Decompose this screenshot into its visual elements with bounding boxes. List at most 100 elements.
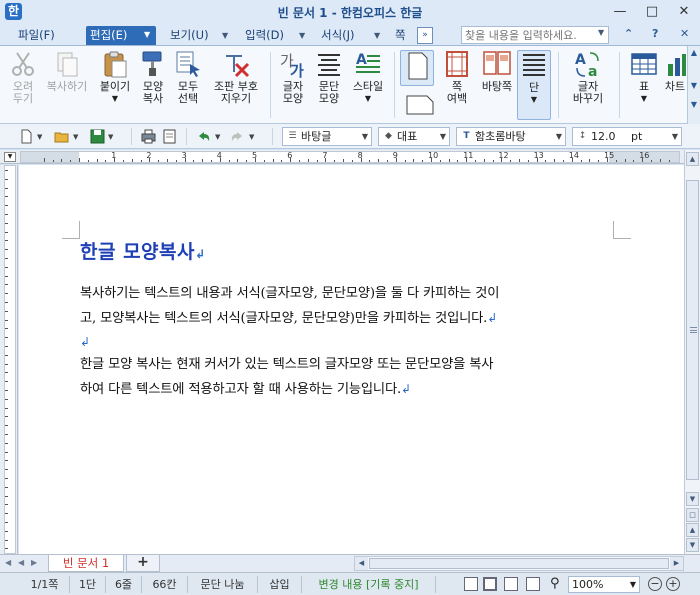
menu-overflow-icon[interactable]: » xyxy=(417,27,433,44)
search-input[interactable] xyxy=(461,26,609,44)
ruler-corner-icon[interactable]: ▼ xyxy=(4,152,16,162)
help-icon[interactable]: ? xyxy=(652,27,658,40)
prev-tab-icon[interactable]: ◀ xyxy=(18,558,24,567)
format-painter-button[interactable]: 모양 복사 xyxy=(137,50,169,105)
language-combo[interactable]: ◆ 대표 ▼ xyxy=(378,127,450,146)
scroll-down-icon[interactable]: ▼ xyxy=(686,492,699,506)
view-fullscreen-icon[interactable] xyxy=(526,577,540,591)
view-multipage-icon[interactable] xyxy=(504,577,518,591)
clear-codes-button[interactable]: 조판 부호 지우기 xyxy=(208,50,264,105)
chevron-down-icon[interactable]: ▼ xyxy=(108,133,113,141)
document-area[interactable]: 한글 모양복사↲ 복사하기는 텍스트의 내용과 서식(글자모양, 문단모양)을 … xyxy=(19,165,684,554)
menu-view[interactable]: 보기(U) xyxy=(166,26,213,45)
status-track-changes[interactable]: 변경 내용 [기록 중지] xyxy=(302,576,436,593)
menu-insert[interactable]: 입력(D) xyxy=(241,26,288,45)
close-doc-icon[interactable]: ✕ xyxy=(680,27,689,40)
font-combo[interactable]: T 함초롬바탕 ▼ xyxy=(456,127,566,146)
menu-format[interactable]: 서식(J) xyxy=(317,26,359,45)
chart-button[interactable]: 차트 xyxy=(664,50,686,93)
page-margin-button[interactable]: 쪽 여백 xyxy=(440,50,474,105)
horizontal-scrollbar[interactable]: ◀ ▶ xyxy=(354,556,684,571)
style-button[interactable]: A 스타일 ▼ xyxy=(348,50,388,105)
chevron-down-icon[interactable]: ▼ xyxy=(144,26,150,43)
chevron-down-icon[interactable]: ▼ xyxy=(556,128,562,145)
chevron-down-icon[interactable]: ▼ xyxy=(627,93,661,105)
menu-edit[interactable]: 편집(E) ▼ xyxy=(86,26,156,45)
save-icon[interactable] xyxy=(90,129,105,144)
chevron-up-icon[interactable]: ▲ xyxy=(688,48,700,57)
view-normal-icon[interactable] xyxy=(464,577,478,591)
vertical-ruler[interactable] xyxy=(4,165,16,554)
view-page-icon[interactable] xyxy=(483,577,497,591)
chevron-down-icon[interactable]: ▼ xyxy=(688,100,700,109)
minimize-button[interactable]: — xyxy=(604,0,636,24)
chevron-down-icon[interactable]: ▼ xyxy=(598,28,604,37)
zoom-magnifier-icon[interactable]: ⚲ xyxy=(550,576,560,591)
scroll-thumb[interactable] xyxy=(686,180,699,480)
chevron-down-icon[interactable]: ▼ xyxy=(440,128,446,145)
scroll-up-icon[interactable]: ▲ xyxy=(686,152,699,166)
paragraph-1[interactable]: 복사하기는 텍스트의 내용과 서식(글자모양, 문단모양)을 둘 다 카피하는 … xyxy=(80,282,615,331)
chevron-down-icon[interactable]: ▼ xyxy=(518,94,550,106)
master-page-button[interactable]: 바탕쪽 xyxy=(477,50,517,93)
maximize-button[interactable]: □ xyxy=(636,0,668,24)
redo-icon[interactable] xyxy=(230,129,245,144)
chevron-down-icon[interactable]: ▼ xyxy=(688,81,700,90)
chevron-up-icon[interactable]: ⌃ xyxy=(624,27,633,40)
table-button[interactable]: 표 ▼ xyxy=(627,50,661,105)
chevron-down-icon[interactable]: ▼ xyxy=(96,93,134,105)
chevron-down-icon[interactable]: ▼ xyxy=(215,133,220,141)
chevron-down-icon[interactable]: ▼ xyxy=(630,577,636,592)
paragraph-2[interactable]: 한글 모양 복사는 현재 커서가 있는 텍스트의 글자모양 또는 문단모양을 복… xyxy=(80,353,615,402)
copy-button[interactable]: 복사하기 xyxy=(42,50,92,93)
para-shape-button[interactable]: 문단 모양 xyxy=(313,50,345,105)
landscape-button[interactable] xyxy=(403,92,437,119)
zoom-out-icon[interactable]: − xyxy=(648,577,662,591)
style-combo[interactable]: ☰ 바탕글 ▼ xyxy=(282,127,372,146)
document-title[interactable]: 한글 모양복사↲ xyxy=(80,237,206,264)
chevron-down-icon[interactable]: ▼ xyxy=(362,128,368,145)
chevron-down-icon[interactable]: ▼ xyxy=(222,27,228,44)
font-size-combo[interactable]: ↕ 12.0 pt ▼ xyxy=(572,127,682,146)
page-view-icon[interactable]: □ xyxy=(686,508,699,522)
new-document-icon[interactable] xyxy=(19,129,34,144)
portrait-button[interactable] xyxy=(400,50,434,86)
first-tab-icon[interactable]: ◀ xyxy=(5,558,11,567)
close-button[interactable]: ✕ xyxy=(668,0,700,24)
chevron-down-icon[interactable]: ▼ xyxy=(374,27,380,44)
next-page-icon[interactable]: ▼ xyxy=(686,538,699,552)
scroll-right-icon[interactable]: ▶ xyxy=(670,557,683,570)
document-tab[interactable]: 빈 문서 1 xyxy=(48,555,124,572)
select-all-button[interactable]: 모두 선택 xyxy=(172,50,204,105)
zoom-in-icon[interactable]: + xyxy=(666,577,680,591)
scroll-left-icon[interactable]: ◀ xyxy=(355,557,368,570)
columns-button[interactable]: 단 ▼ xyxy=(517,50,551,120)
paste-button[interactable]: 붙이기 ▼ xyxy=(96,50,134,105)
vertical-scrollbar[interactable]: ▲ ▼ □ ▲ ▼ xyxy=(684,150,700,554)
chevron-down-icon[interactable]: ▼ xyxy=(348,93,388,105)
prev-page-icon[interactable]: ▲ xyxy=(686,523,699,537)
open-folder-icon[interactable] xyxy=(54,129,69,144)
chevron-down-icon[interactable]: ▼ xyxy=(37,133,42,141)
horizontal-scroll-thumb[interactable] xyxy=(369,558,669,569)
cut-button[interactable]: 오려 두기 xyxy=(6,50,40,105)
zoom-combo[interactable]: 100% ▼ xyxy=(568,576,640,593)
chevron-down-icon[interactable]: ▼ xyxy=(73,133,78,141)
chevron-down-icon[interactable]: ▼ xyxy=(249,133,254,141)
print-icon[interactable] xyxy=(141,129,156,144)
empty-paragraph[interactable]: ↲ xyxy=(80,330,615,354)
undo-icon[interactable] xyxy=(196,129,211,144)
menu-file[interactable]: 파일(F) xyxy=(14,26,59,45)
chevron-down-icon[interactable]: ▼ xyxy=(299,27,305,44)
add-tab-button[interactable]: + xyxy=(126,555,160,572)
next-tab-icon[interactable]: ▶ xyxy=(31,558,37,567)
char-shape-button[interactable]: 가가 글자 모양 xyxy=(277,50,309,105)
replace-char-button[interactable]: Aa 글자 바꾸기 xyxy=(566,50,610,105)
print-preview-icon[interactable] xyxy=(162,129,177,144)
chevron-down-icon[interactable]: ▼ xyxy=(672,128,678,145)
status-page[interactable]: 1/1쪽 xyxy=(20,576,70,593)
horizontal-ruler[interactable]: 1 2 3 4 5 6 7 8 9 10 11 12 13 14 15 16 xyxy=(20,151,680,163)
status-insert-mode[interactable]: 삽입 xyxy=(258,576,302,593)
menu-page[interactable]: 쪽(W xyxy=(391,26,419,45)
ribbon-scroll[interactable]: ▲ ▼ ▼ xyxy=(687,46,700,124)
